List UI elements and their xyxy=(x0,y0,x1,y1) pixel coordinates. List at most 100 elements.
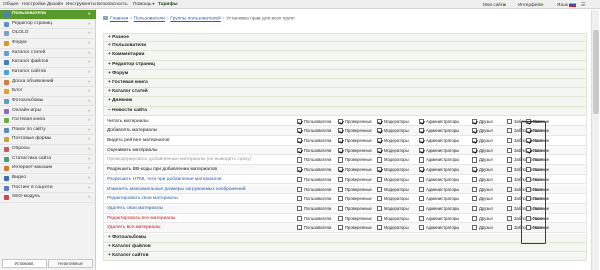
sidebar-item[interactable]: Поиск по сайту » xyxy=(0,126,96,136)
tab-installed[interactable]: Установл. xyxy=(2,259,47,268)
sidebar-item[interactable]: Блог » xyxy=(0,87,96,97)
checkbox-checked[interactable] xyxy=(338,118,344,124)
checkbox-unchecked[interactable] xyxy=(338,186,344,192)
sidebar-item[interactable]: Статистика сайта » xyxy=(0,155,96,165)
sidebar-item[interactable]: Опросы » xyxy=(0,145,96,155)
checkbox-checked[interactable] xyxy=(419,167,425,173)
checkbox-unchecked[interactable] xyxy=(507,196,513,202)
section-header[interactable]: − Новости сайта xyxy=(103,106,587,116)
checkbox-unchecked[interactable] xyxy=(507,118,513,124)
checkbox-unchecked[interactable] xyxy=(472,176,478,182)
checkbox-unchecked[interactable] xyxy=(507,215,513,221)
sidebar-item[interactable]: Интернет-магазин » xyxy=(0,164,96,175)
checkbox-checked[interactable] xyxy=(377,118,383,124)
checkbox-checked[interactable] xyxy=(297,167,303,173)
checkbox-checked[interactable] xyxy=(472,167,478,173)
checkbox-unchecked[interactable] xyxy=(472,157,478,163)
checkbox-unchecked[interactable] xyxy=(507,157,513,163)
checkbox-checked[interactable] xyxy=(377,138,383,144)
checkbox-checked[interactable] xyxy=(377,147,383,153)
scrollbar[interactable] xyxy=(591,10,599,270)
checkbox-unchecked[interactable] xyxy=(507,205,513,212)
checkbox-unchecked[interactable] xyxy=(507,176,513,182)
tab-inactive[interactable]: Неактивные xyxy=(48,259,93,268)
menu-help[interactable]: Помощь xyxy=(133,2,152,7)
checkbox-unchecked[interactable] xyxy=(419,215,425,221)
checkbox-unchecked[interactable] xyxy=(419,157,425,163)
checkbox-unchecked[interactable] xyxy=(297,215,303,221)
checkbox-checked[interactable] xyxy=(297,138,303,144)
checkbox-unchecked[interactable] xyxy=(419,196,425,202)
checkbox-checked[interactable] xyxy=(419,138,425,144)
checkbox-unchecked[interactable] xyxy=(377,205,383,212)
checkbox-checked[interactable] xyxy=(472,128,478,134)
checkbox-unchecked[interactable] xyxy=(297,225,303,231)
checkbox-unchecked[interactable] xyxy=(297,157,303,163)
sidebar-item[interactable]: Гостевая книга » xyxy=(0,116,96,126)
checkbox-unchecked[interactable] xyxy=(507,186,513,192)
checkbox-checked[interactable] xyxy=(338,128,344,134)
menu-design[interactable]: Дизайн xyxy=(47,2,63,7)
section-header[interactable]: + Пользователи xyxy=(103,42,587,52)
interface-link[interactable]: Интерфейс xyxy=(518,2,542,7)
sidebar-item[interactable]: Каталог статей » xyxy=(0,49,96,59)
menu-tariffs[interactable]: Тарифы xyxy=(158,2,178,7)
checkbox-unchecked[interactable] xyxy=(377,196,383,202)
section-header[interactable]: + Гостевая книга xyxy=(103,79,587,89)
checkbox-unchecked[interactable] xyxy=(377,157,383,163)
checkbox-unchecked[interactable] xyxy=(507,138,513,144)
checkbox-unchecked[interactable] xyxy=(507,167,513,173)
checkbox-checked[interactable] xyxy=(297,128,303,134)
checkbox-checked[interactable] xyxy=(338,167,344,173)
checkbox-unchecked[interactable] xyxy=(297,196,303,202)
sidebar-item[interactable]: SEO-модуль » xyxy=(0,193,96,203)
scrollbar-thumb[interactable] xyxy=(593,30,599,114)
sidebar-item[interactable]: Видео » xyxy=(0,174,96,184)
section-header[interactable]: + Форум xyxy=(103,69,587,79)
checkbox-unchecked[interactable] xyxy=(472,205,478,212)
checkbox-checked[interactable] xyxy=(297,147,303,153)
checkbox-unchecked[interactable] xyxy=(507,225,513,231)
section-header[interactable]: + Редактор страниц xyxy=(103,60,587,70)
checkbox-unchecked[interactable] xyxy=(297,186,303,192)
checkbox-checked[interactable] xyxy=(472,138,478,144)
section-header[interactable]: + Дневник xyxy=(103,97,587,107)
sidebar-item[interactable]: Доска объявлений » xyxy=(0,78,96,88)
russian-flag-icon[interactable] xyxy=(569,2,576,7)
section-header[interactable]: + Каталог сайтов xyxy=(103,251,587,262)
section-header[interactable]: + Каталог файлов xyxy=(103,242,587,252)
checkbox-unchecked[interactable] xyxy=(297,176,303,182)
checkbox-unchecked[interactable] xyxy=(419,205,425,212)
checkbox-checked[interactable] xyxy=(472,147,478,153)
checkbox-unchecked[interactable] xyxy=(419,176,425,182)
breadcrumb-user-groups[interactable]: Группы пользователей xyxy=(170,17,220,22)
checkbox-checked[interactable] xyxy=(419,118,425,124)
checkbox-unchecked[interactable] xyxy=(377,215,383,221)
section-header[interactable]: + Фотоальбомы xyxy=(103,233,587,243)
sidebar-item[interactable]: Пользователи » xyxy=(0,10,96,20)
breadcrumb-home[interactable]: Главная xyxy=(110,17,128,22)
checkbox-unchecked[interactable] xyxy=(472,186,478,192)
sidebar-item[interactable]: Редактор страниц » xyxy=(0,20,96,30)
checkbox-unchecked[interactable] xyxy=(507,147,513,153)
menu-tools[interactable]: Инструменты xyxy=(66,2,96,7)
menu-settings[interactable]: Настройки xyxy=(22,2,46,7)
section-header[interactable]: + Каталог статей xyxy=(103,88,587,98)
sidebar-item[interactable]: Фотоальбомы » xyxy=(0,97,96,107)
sidebar-item[interactable]: OLOLO » xyxy=(0,29,96,39)
sidebar-item[interactable]: Почтовые формы » xyxy=(0,135,96,146)
checkbox-checked[interactable] xyxy=(338,147,344,153)
checkbox-unchecked[interactable] xyxy=(419,225,425,231)
checkbox-checked[interactable] xyxy=(338,138,344,144)
section-header[interactable]: + Комментарии xyxy=(103,51,587,61)
sidebar-item[interactable]: Каталог сайтов » xyxy=(0,68,96,78)
checkbox-checked[interactable] xyxy=(377,128,383,134)
checkbox-checked[interactable] xyxy=(472,118,478,124)
checkbox-checked[interactable] xyxy=(419,147,425,153)
checkbox-unchecked[interactable] xyxy=(338,215,344,221)
sidebar-item[interactable]: Постинг в соцсети » xyxy=(0,184,96,194)
breadcrumb-users[interactable]: Пользователи xyxy=(134,17,165,22)
checkbox-unchecked[interactable] xyxy=(297,205,303,212)
checkbox-unchecked[interactable] xyxy=(338,157,344,163)
menu-toggle-icon[interactable]: ☰ xyxy=(581,2,586,8)
